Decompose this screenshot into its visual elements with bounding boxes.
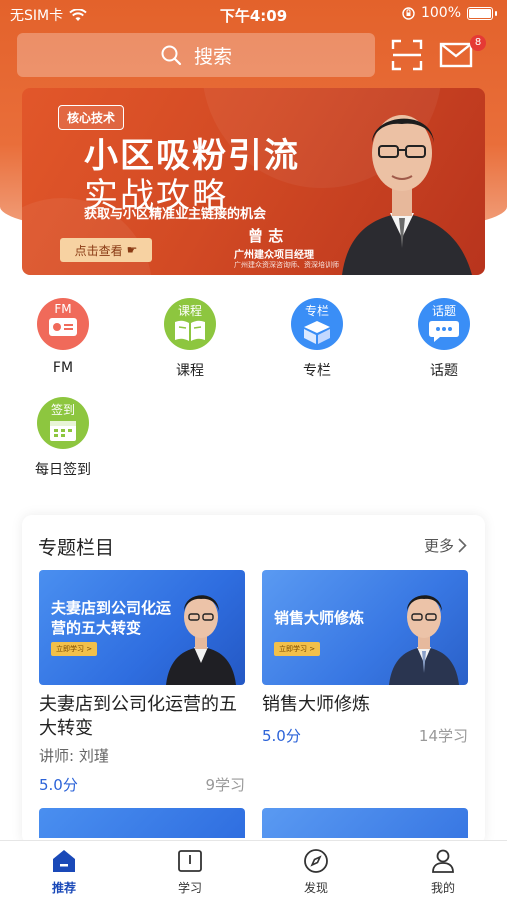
book-shape [175,320,205,341]
status-bar: 无SIM卡 下午4:09 100% [0,0,507,28]
column-icon-text: 专栏 [304,304,329,318]
scan-icon [391,39,423,71]
fm-icon-text: FM [54,302,72,316]
banner-button-label: 点击查看 [74,243,123,258]
scan-button[interactable] [390,38,424,72]
search-icon [161,45,182,66]
category-label: FM [52,360,74,376]
bottom-tab-bar: 推荐 学习 发现 我的 [0,840,507,900]
user-icon [432,849,454,873]
course-score: 5.0分 [39,776,78,794]
category-checkin[interactable]: 签到 每日签到 [23,397,103,479]
battery-tip [495,10,497,16]
topic-icon-text: 话题 [431,304,456,318]
cube-shape [304,321,330,344]
course-item[interactable]: 销售大师修炼 立即学习 > 销售大师修炼 5.0分 14学习 [262,570,468,746]
mail-icon [439,42,473,68]
course-thumbnail: 销售大师修炼 立即学习 > [262,570,468,685]
book-icon: 课程 [164,298,216,350]
checkin-icon-text: 签到 [50,403,75,417]
hand-pointer-icon: ☛ [126,243,138,257]
category-course[interactable]: 课程 课程 [150,298,230,380]
category-fm[interactable]: FM FM [23,298,103,376]
speaker-name: 曾 志 [248,227,284,245]
search-bar[interactable]: 搜索 [17,33,375,77]
banner-description: 获取与小区精准业主链接的机会 [84,207,267,222]
battery-percent: 100% [420,5,461,21]
search-placeholder: 搜索 [193,45,232,68]
course-name: 夫妻店到公司化运营的五大转变 [39,694,237,739]
message-button[interactable] [438,40,474,70]
section-title: 专题栏目 [38,537,115,559]
chevron-right-icon [458,538,467,553]
category-label: 每日签到 [35,462,91,478]
tab-label: 学习 [177,881,202,895]
more-label: 更多 [423,537,454,555]
chat-bubble-shape [429,321,459,342]
course-teacher: 讲师: 刘瑾 [39,747,109,765]
speaker-role-detail: 广州建众资深咨询师、资深培训师 [234,261,339,269]
radio-shape [49,318,77,336]
lecturer-photo [166,595,236,685]
tab-label: 我的 [430,881,455,895]
course-thumbnail-peek [39,808,245,838]
fm-icon: FM [37,298,89,350]
course-meta: 5.0分 14学习 [262,725,468,746]
category-label: 话题 [430,363,458,379]
speaker-photo [342,115,472,275]
message-badge: 8 [470,35,486,51]
promo-banner[interactable]: 核心技术 小区吸粉引流 实战攻略 获取与小区精准业主链接的机会 点击查看 ☛ 曾… [22,88,485,275]
thumb-learn-button: 立即学习 > [274,642,321,656]
category-label: 专栏 [303,363,331,379]
tab-label: 发现 [303,881,328,895]
cube-icon: 专栏 [291,298,343,350]
speaker-role: 广州建众项目经理 [234,250,314,261]
orientation-lock-icon [402,6,415,20]
calendar-shape [50,421,76,441]
course-name: 销售大师修炼 [262,694,370,715]
chat-icon: 话题 [418,298,470,350]
compass-icon [304,849,328,873]
course-score: 5.0分 [262,727,301,745]
calendar-icon: 签到 [37,397,89,449]
banner-view-button[interactable]: 点击查看 ☛ [60,238,152,262]
course-item[interactable]: 夫妻店到公司化运营的五大转变 立即学习 > 夫妻店到公司化运营的五大转变 讲师:… [39,570,245,795]
special-topics-card: 专题栏目 更多 夫妻店到公司化运营的五大转变 立即学习 > 夫妻店到公司化运营的… [22,515,485,845]
category-topic[interactable]: 话题 话题 [404,298,484,380]
course-learners: 14学习 [418,727,468,745]
course-meta: 5.0分 9学习 [39,774,245,795]
tab-study[interactable]: 学习 [150,847,230,896]
tab-recommend[interactable]: 推荐 [24,847,104,896]
book-open-icon [178,850,202,872]
category-column[interactable]: 专栏 专栏 [277,298,357,380]
course-learners: 9学习 [205,776,245,794]
tab-mine[interactable]: 我的 [403,847,483,896]
lecturer-photo [389,595,459,685]
course-thumbnail: 夫妻店到公司化运营的五大转变 立即学习 > [39,570,245,685]
banner-tag: 核心技术 [58,105,125,130]
course-thumbnail-peek [262,808,468,838]
more-link[interactable]: 更多 [424,535,467,556]
thumb-learn-button: 立即学习 > [51,642,98,656]
home-icon [53,850,75,872]
battery-icon [467,6,493,20]
status-right: 100% [402,5,497,21]
course-icon-text: 课程 [177,304,202,318]
category-label: 课程 [176,363,204,379]
tab-label: 推荐 [51,881,76,895]
tab-discover[interactable]: 发现 [276,847,356,896]
